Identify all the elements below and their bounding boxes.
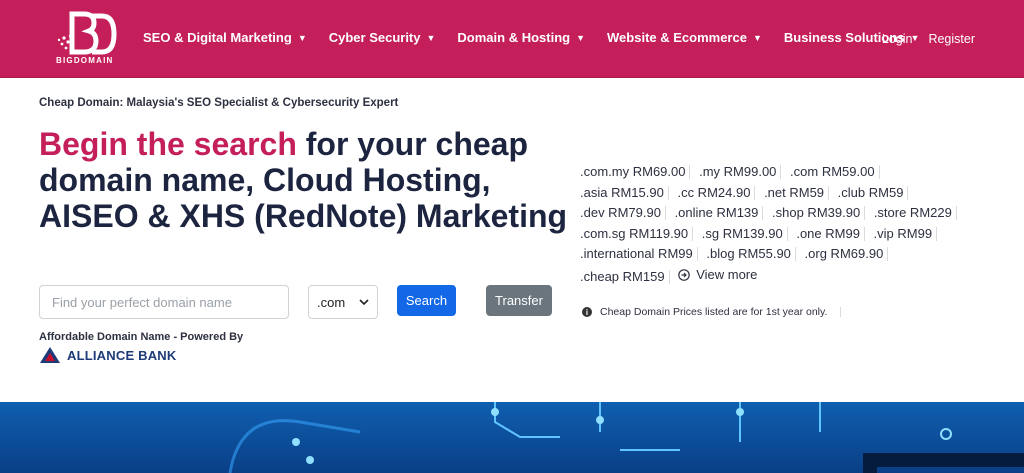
chevron-down-icon: ▼ xyxy=(426,32,436,43)
hero-banner-image xyxy=(0,402,1024,473)
price-note: i Cheap Domain Prices listed are for 1st… xyxy=(582,306,842,318)
price-item: .sg RM139.90 xyxy=(702,226,788,241)
page-headline: Begin the search for your cheap domain n… xyxy=(39,126,579,234)
nav-seo[interactable]: SEO & Digital Marketing ▼ xyxy=(143,30,307,45)
price-item: .vip RM99 xyxy=(874,226,938,241)
alliance-bank-icon xyxy=(40,347,60,363)
main-menu: SEO & Digital Marketing ▼ Cyber Security ▼… xyxy=(143,30,941,45)
bank-name: ALLIANCE BANK xyxy=(67,347,177,363)
price-item: .com RM59.00 xyxy=(790,165,880,179)
chevron-down-icon: ▼ xyxy=(752,32,762,43)
domain-search-input[interactable] xyxy=(39,285,289,319)
price-item: .com.my RM69.00 xyxy=(580,165,691,179)
search-button[interactable]: Search xyxy=(397,285,456,316)
nav-cyber-label: Cyber Security xyxy=(328,30,421,45)
powered-by-text: Affordable Domain Name - Powered By xyxy=(39,331,244,343)
price-item: .asia RM15.90 xyxy=(580,185,669,200)
auth-links: Login Register xyxy=(882,32,975,46)
top-navbar: BIGDOMAIN SEO & Digital Marketing ▼ Cyber… xyxy=(0,0,1024,78)
alliance-bank-logo[interactable]: ALLIANCE BANK xyxy=(39,346,176,364)
tld-select[interactable]: .com xyxy=(308,285,378,319)
nav-cyber-security[interactable]: Cyber Security ▼ xyxy=(329,30,436,45)
nav-website-ecommerce[interactable]: Website & Ecommerce ▼ xyxy=(607,30,762,45)
price-item: .com.sg RM119.90 xyxy=(580,226,694,241)
chevron-down-icon xyxy=(359,299,369,306)
divider xyxy=(840,307,842,317)
price-item: .shop RM39.90 xyxy=(772,206,866,220)
nav-website-label: Website & Ecommerce xyxy=(607,30,747,45)
price-item: .international RM99 xyxy=(580,247,698,261)
price-item: .one RM99 xyxy=(796,226,865,241)
price-item: .store RM229 xyxy=(874,206,957,220)
price-item: .cc RM24.90 xyxy=(677,185,756,200)
price-item: .net RM59 xyxy=(764,185,830,200)
transfer-button[interactable]: Transfer xyxy=(486,285,552,316)
domain-price-list: .com.my RM69.00 .my RM99.00 .com RM59.00… xyxy=(580,162,1000,287)
view-more-link[interactable]: View more xyxy=(678,265,757,286)
price-item: .club RM59 xyxy=(838,185,909,200)
kicker-text: Cheap Domain: Malaysia's SEO Specialist … xyxy=(39,97,399,109)
price-item: .cheap RM159 xyxy=(580,269,670,284)
price-item: .org RM69.90 xyxy=(805,247,889,261)
login-link[interactable]: Login xyxy=(882,32,913,46)
price-item: .dev RM79.90 xyxy=(580,206,666,220)
info-icon: i xyxy=(582,307,592,317)
price-item: .my RM99.00 xyxy=(699,165,782,179)
view-more-label: View more xyxy=(696,266,758,282)
tld-selected-value: .com xyxy=(317,294,346,310)
register-link[interactable]: Register xyxy=(928,32,975,46)
logo-text: BIGDOMAIN xyxy=(56,56,114,65)
chevron-down-icon: ▼ xyxy=(297,32,307,43)
headline-accent: Begin the search xyxy=(39,126,297,162)
arrow-right-circle-icon xyxy=(678,268,690,281)
nav-seo-label: SEO & Digital Marketing xyxy=(143,30,292,45)
price-item: .blog RM55.90 xyxy=(706,247,796,261)
circuit-background xyxy=(228,402,1024,473)
nav-domain-label: Domain & Hosting xyxy=(457,30,571,45)
nav-domain-hosting[interactable]: Domain & Hosting ▼ xyxy=(457,30,585,45)
price-note-text: Cheap Domain Prices listed are for 1st y… xyxy=(600,306,828,318)
chevron-down-icon: ▼ xyxy=(576,32,586,43)
price-item: .online RM139 xyxy=(675,206,764,220)
